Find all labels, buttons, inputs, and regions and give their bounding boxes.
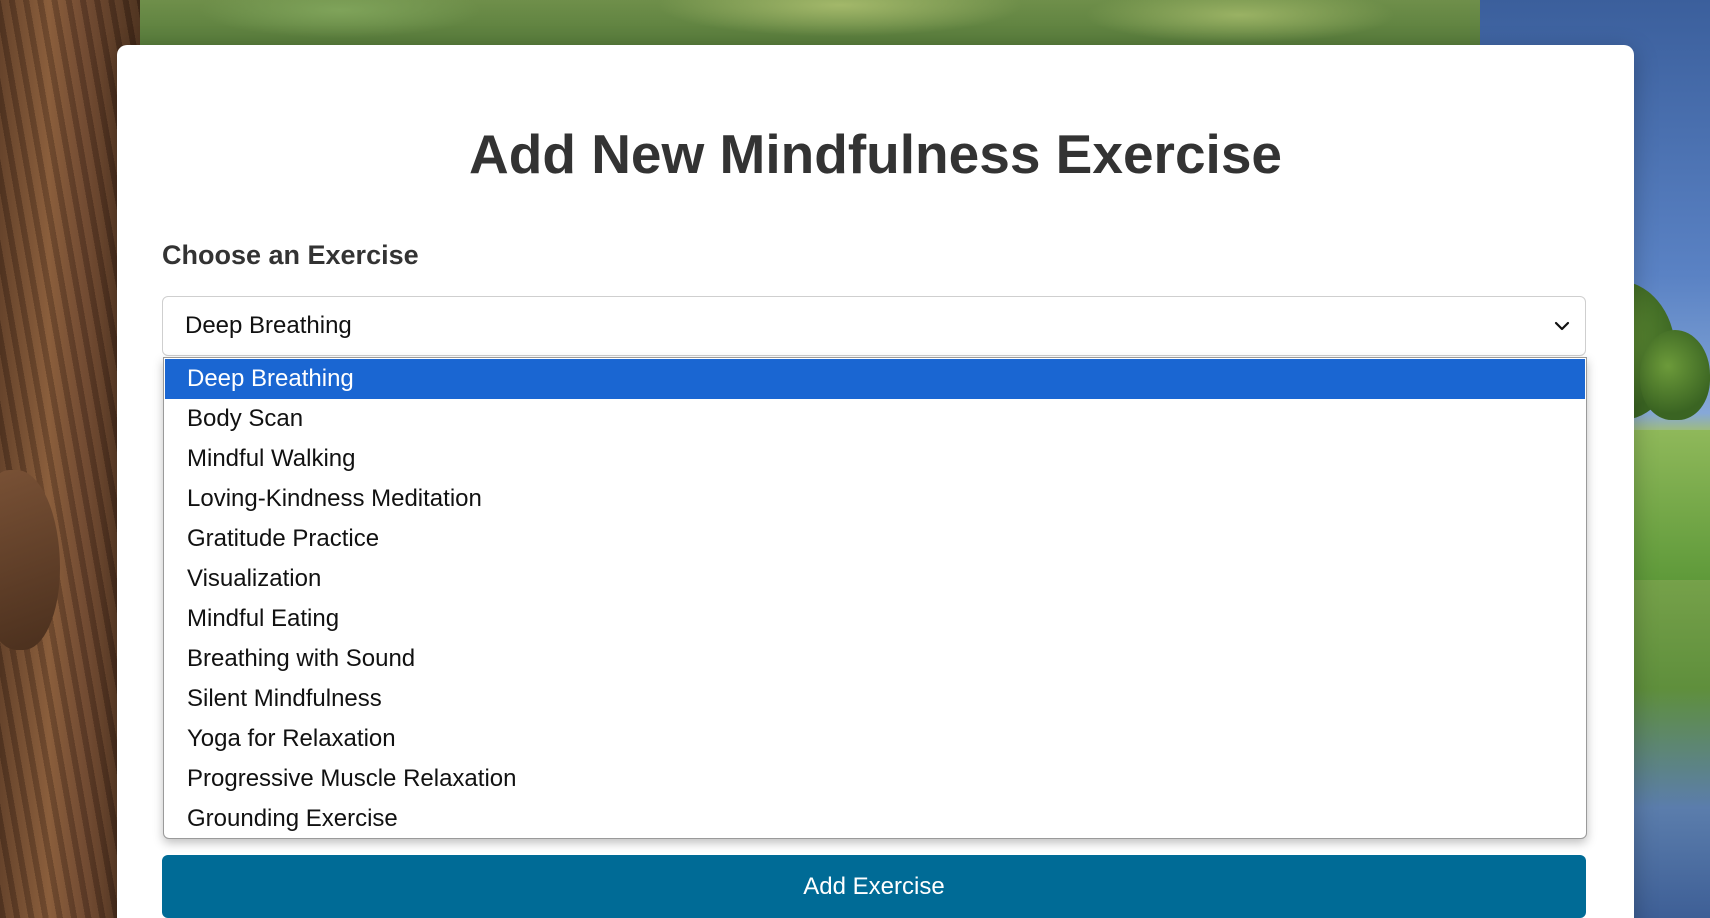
dropdown-option-mindful-walking[interactable]: Mindful Walking [165,439,1585,479]
dropdown-option-yoga-for-relaxation[interactable]: Yoga for Relaxation [165,719,1585,759]
dropdown-option-progressive-muscle-relaxation[interactable]: Progressive Muscle Relaxation [165,759,1585,799]
dropdown-option-body-scan[interactable]: Body Scan [165,399,1585,439]
page-title: Add New Mindfulness Exercise [469,123,1282,185]
dropdown-option-breathing-with-sound[interactable]: Breathing with Sound [165,639,1585,679]
chevron-down-icon [1554,321,1570,331]
exercise-dropdown-list: Deep Breathing Body Scan Mindful Walking… [163,357,1587,839]
exercise-label: Choose an Exercise [162,240,419,270]
dropdown-option-gratitude-practice[interactable]: Gratitude Practice [165,519,1585,559]
add-exercise-button[interactable]: Add Exercise [162,855,1586,918]
dropdown-option-loving-kindness-meditation[interactable]: Loving-Kindness Meditation [165,479,1585,519]
dropdown-option-visualization[interactable]: Visualization [165,559,1585,599]
dropdown-option-deep-breathing[interactable]: Deep Breathing [165,359,1585,399]
dropdown-option-grounding-exercise[interactable]: Grounding Exercise [165,799,1585,838]
dropdown-option-silent-mindfulness[interactable]: Silent Mindfulness [165,679,1585,719]
background-tree [1640,330,1710,420]
form-card: Add New Mindfulness Exercise Choose an E… [117,45,1634,918]
exercise-select[interactable]: Deep Breathing [162,296,1586,356]
dropdown-option-mindful-eating[interactable]: Mindful Eating [165,599,1585,639]
background-canopy [140,0,1480,50]
exercise-select-value: Deep Breathing [185,312,352,339]
